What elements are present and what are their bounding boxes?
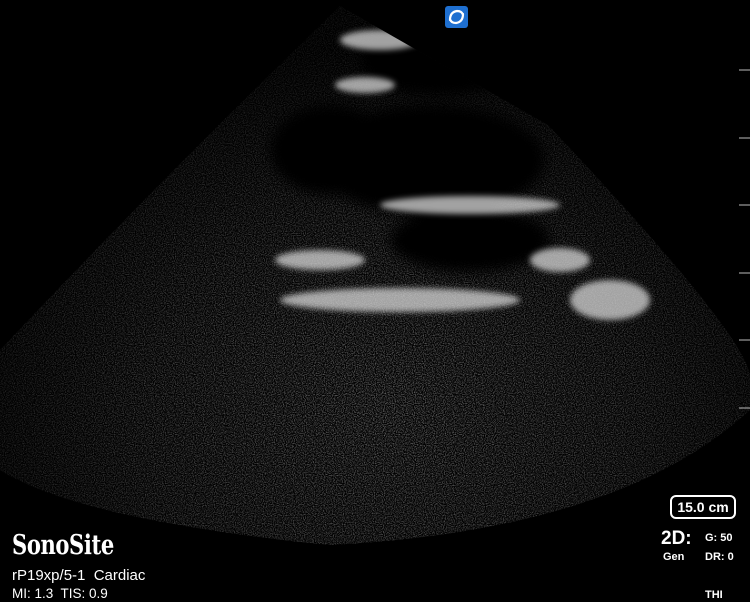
ultrasound-image [0, 6, 750, 545]
dynamic-range-value: DR: 0 [705, 551, 734, 563]
preset-label: Gen [663, 551, 685, 563]
sonosite-logo-icon [445, 6, 468, 28]
imaging-mode: 2D: [661, 528, 692, 549]
thi-indicator: THI [705, 589, 723, 601]
brand-logo: SonoSite [12, 530, 114, 561]
probe-info: rP19xp/5-1 Cardiac [12, 567, 146, 584]
depth-indicator: 15.0 cm [670, 495, 736, 519]
scan-sector [0, 6, 750, 545]
gain-value: G: 50 [705, 532, 733, 544]
safety-indices: MI: 1.3 TIS: 0.9 [12, 586, 108, 601]
